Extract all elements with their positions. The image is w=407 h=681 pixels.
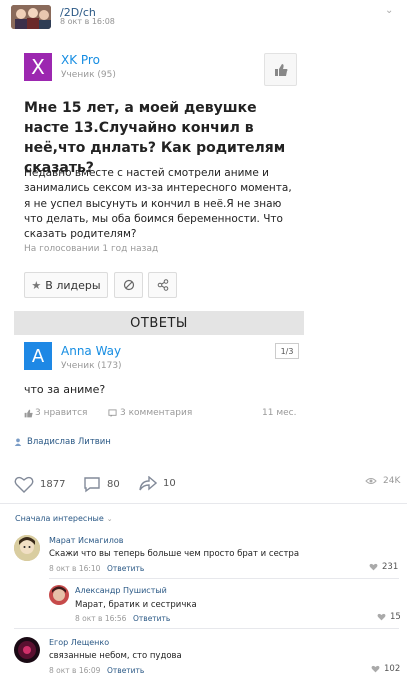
question-body: Недавно вместе с настей смотрели аниме и… — [24, 167, 292, 241]
post-views-count: 24K — [383, 476, 401, 486]
answer-likes-label: 3 нравится — [35, 408, 88, 418]
post-comments-count: 80 — [107, 479, 120, 490]
comment-date[interactable]: 8 окт в 16:09 — [49, 666, 100, 675]
answer-text: что за аниме? — [24, 383, 106, 396]
comments-sort-dropdown[interactable]: Сначала интересные ⌄ — [15, 514, 113, 523]
post-views: 24K — [365, 476, 400, 486]
comment-divider — [49, 578, 399, 579]
answer-page-indicator: 1/3 — [275, 343, 299, 359]
answer-likes[interactable]: 3 нравится — [24, 408, 87, 418]
share-arrow-icon — [139, 476, 157, 491]
question-author-name[interactable]: XK Pro — [61, 53, 100, 67]
post-shares-count: 10 — [163, 478, 176, 489]
group-avatar[interactable] — [11, 5, 51, 29]
comment-like-button[interactable]: 102 — [371, 664, 400, 674]
comment-likes-count: 102 — [384, 664, 401, 674]
reply-link[interactable]: Ответить — [133, 614, 170, 623]
thumbs-up-button[interactable] — [264, 53, 297, 86]
post-likes-count: 1877 — [40, 479, 66, 490]
share-icon — [157, 279, 168, 291]
commenter-avatar[interactable] — [49, 585, 69, 605]
comment-date[interactable]: 8 окт в 16:56 — [75, 614, 126, 623]
commenter-avatar[interactable] — [14, 637, 40, 663]
answer-author-name[interactable]: Anna Way — [61, 344, 121, 358]
comment-like-button[interactable]: 231 — [369, 562, 398, 572]
block-icon — [123, 279, 134, 291]
question-author-avatar[interactable]: X — [24, 53, 52, 81]
comment-divider — [14, 628, 399, 629]
comment-text: связанные небом, сто пудова — [49, 651, 182, 661]
comment-author-name[interactable]: Марат Исмагилов — [49, 536, 123, 545]
leaders-button-label: В лидеры — [45, 278, 101, 292]
post-comment-button[interactable]: 80 — [83, 476, 120, 493]
post-share-button[interactable]: 10 — [139, 476, 176, 491]
answers-header: ОТВЕТЫ — [14, 311, 304, 335]
answer-author-initial: A — [31, 345, 45, 367]
post-like-button[interactable]: 1877 — [14, 476, 65, 493]
heart-icon — [369, 563, 378, 571]
eye-icon — [365, 478, 377, 484]
post-date[interactable]: 8 окт в 16:08 — [60, 17, 115, 26]
answer-comments[interactable]: 3 комментария — [108, 408, 192, 418]
answer-author-avatar[interactable]: A — [24, 342, 52, 370]
reply-link[interactable]: Ответить — [107, 666, 144, 675]
chevron-down-icon: ⌄ — [106, 514, 113, 523]
comment-author-name[interactable]: Александр Пушистый — [75, 586, 167, 595]
star-icon: ★ — [31, 278, 42, 292]
heart-icon — [371, 665, 380, 673]
question-author-rank: Ученик (95) — [61, 70, 116, 80]
comment-icon — [108, 408, 117, 417]
comment-author-name[interactable]: Егор Лещенко — [49, 638, 109, 647]
reply-link[interactable]: Ответить — [107, 564, 144, 573]
chevron-down-icon[interactable]: ⌄ — [385, 5, 393, 16]
comment-likes-count: 231 — [382, 562, 399, 572]
share-button[interactable] — [148, 272, 177, 298]
heart-icon — [14, 476, 34, 493]
question-author-initial: X — [31, 55, 45, 79]
answer-age: 11 мес. — [262, 408, 297, 418]
post-author-name: Владислав Литвин — [27, 437, 111, 447]
post-author[interactable]: Владислав Литвин — [14, 437, 111, 447]
block-button[interactable] — [114, 272, 143, 298]
heart-icon — [377, 613, 386, 621]
comment-date[interactable]: 8 окт в 16:10 — [49, 564, 100, 573]
comment-text: Скажи что вы теперь больше чем просто бр… — [49, 549, 300, 559]
thumbs-up-icon — [24, 409, 33, 417]
thumbs-up-icon — [274, 63, 287, 76]
comments-sort-label: Сначала интересные — [15, 514, 104, 523]
question-meta: На голосовании 1 год назад — [24, 244, 159, 254]
commenter-avatar[interactable] — [14, 535, 40, 561]
divider — [0, 503, 407, 504]
user-icon — [14, 438, 22, 446]
comment-icon — [84, 477, 100, 493]
leaders-button[interactable]: ★ В лидеры — [24, 272, 108, 298]
comment-likes-count: 15 — [390, 612, 401, 622]
answer-author-rank: Ученик (173) — [61, 361, 122, 371]
comment-text: Марат, братик и сестричка — [75, 600, 197, 610]
answer-comments-label: 3 комментария — [120, 408, 193, 418]
comment-like-button[interactable]: 15 — [377, 612, 401, 622]
